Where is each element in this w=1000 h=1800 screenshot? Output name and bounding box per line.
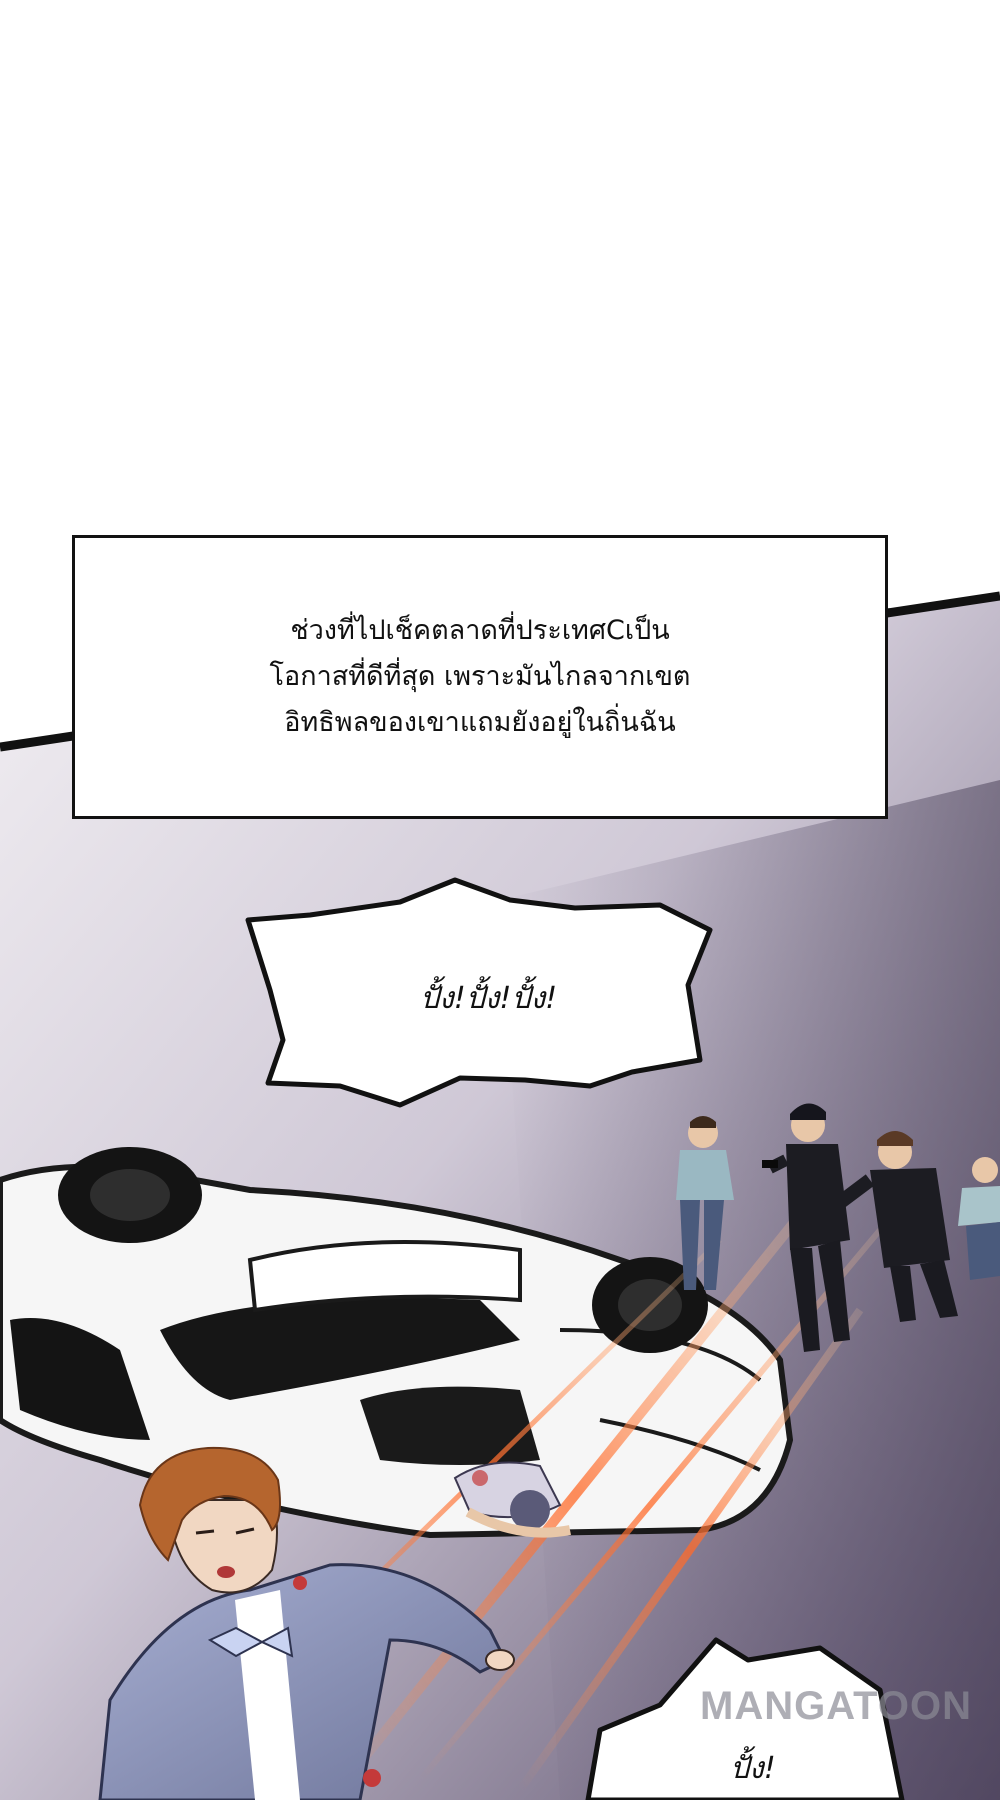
action-panel-illustration [0,591,1000,1800]
narration-box: ช่วงที่ไปเช็คตลาดที่ประเทศCเป็น โอกาสที่… [72,535,888,819]
sfx-gunfire-text: ปั้ง!ปั้ง!ปั้ง! [420,981,558,1016]
mangatoon-watermark: MANGATOON [700,1684,972,1728]
narration-line-2: โอกาสที่ดีที่สุด เพราะมันไกลจากเขต [269,661,691,692]
narration-line-1: ช่วงที่ไปเช็คตลาดที่ประเทศCเป็น [290,615,670,646]
sfx-gunshot-bottom-text: ปั้ง! [730,1751,776,1786]
narration-line-3: อิทธิพลของเขาแถมยังอยู่ในถิ่นฉัน [284,707,676,738]
comic-page: ช่วงที่ไปเช็คตลาดที่ประเทศCเป็น โอกาสที่… [0,0,1000,1800]
